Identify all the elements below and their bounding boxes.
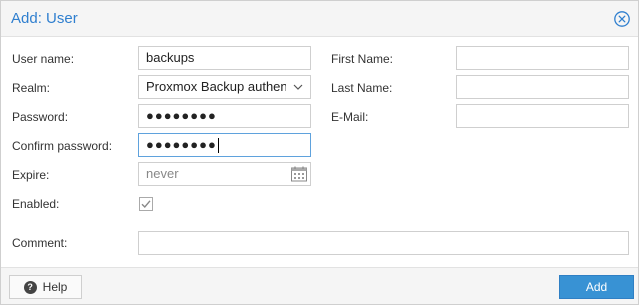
checkmark-icon — [139, 197, 153, 211]
expire-label: Expire: — [12, 168, 50, 182]
user-name-value: backups — [146, 50, 195, 65]
first-name-label: First Name: — [331, 52, 394, 66]
realm-select[interactable]: Proxmox Backup authentication server — [138, 75, 311, 99]
close-button[interactable] — [613, 10, 631, 28]
email-label: E-Mail: — [331, 110, 369, 124]
close-circle-icon — [614, 11, 630, 27]
confirm-password-label: Confirm password: — [12, 139, 113, 153]
dialog-title: Add: User — [11, 10, 78, 27]
question-circle-icon: ? — [23, 280, 37, 294]
email-input[interactable] — [456, 104, 629, 128]
password-value: ●●●●●●●● — [146, 108, 217, 123]
comment-label: Comment: — [12, 236, 68, 250]
enabled-label: Enabled: — [12, 197, 60, 211]
calendar-icon[interactable] — [290, 165, 308, 183]
user-name-input[interactable]: backups — [138, 46, 311, 70]
last-name-label: Last Name: — [331, 81, 393, 95]
enabled-checkbox[interactable] — [139, 197, 153, 211]
expire-placeholder: never — [146, 166, 179, 181]
password-input[interactable]: ●●●●●●●● — [138, 104, 311, 128]
dialog-titlebar: Add: User — [1, 1, 638, 37]
add-button[interactable]: Add — [559, 275, 634, 299]
comment-input[interactable] — [138, 231, 629, 255]
help-button-label: Help — [42, 280, 68, 294]
confirm-password-input[interactable]: ●●●●●●●● — [138, 133, 311, 157]
password-label: Password: — [12, 110, 69, 124]
user-name-label: User name: — [12, 52, 75, 66]
realm-label: Realm: — [12, 81, 51, 95]
text-caret — [217, 138, 219, 154]
confirm-password-value: ●●●●●●●● — [146, 137, 217, 152]
help-button[interactable]: ? Help — [9, 275, 82, 299]
last-name-input[interactable] — [456, 75, 629, 99]
add-user-dialog: Add: User User name: backups Realm: Prox… — [0, 0, 639, 305]
dialog-footer: ? Help Add — [1, 267, 638, 304]
chevron-down-icon[interactable] — [292, 76, 304, 98]
add-button-label: Add — [585, 280, 608, 294]
first-name-input[interactable] — [456, 46, 629, 70]
expire-date-input[interactable]: never — [138, 162, 311, 186]
realm-value: Proxmox Backup authentication server — [146, 79, 286, 94]
